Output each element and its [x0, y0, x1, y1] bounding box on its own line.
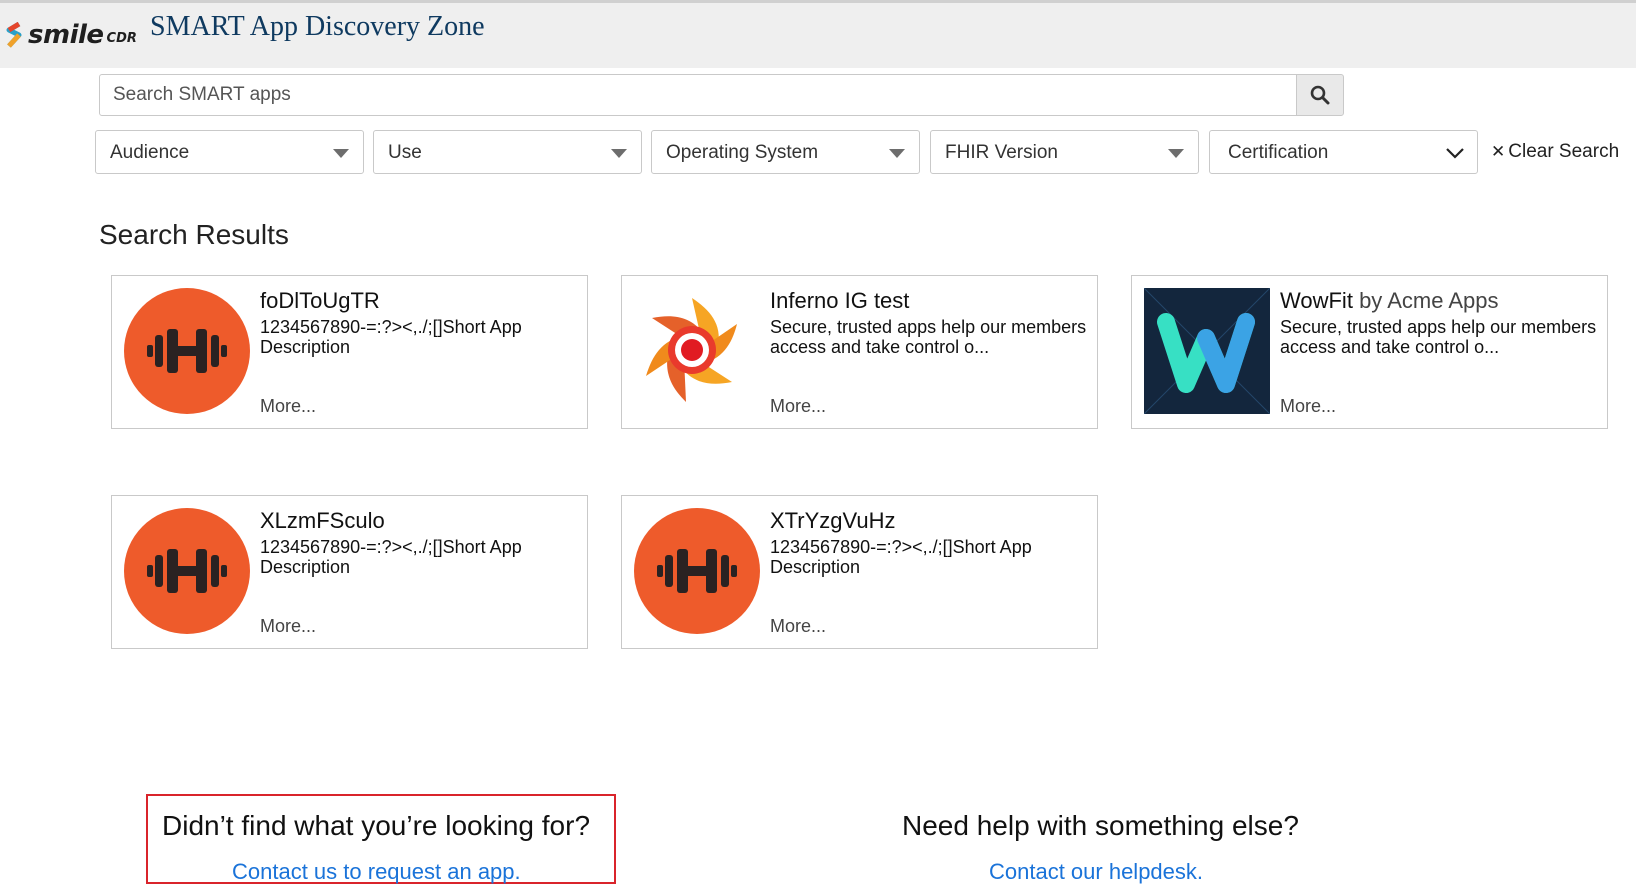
caret-down-icon — [889, 149, 905, 158]
filter-fhir-version[interactable]: FHIR Version — [930, 130, 1199, 174]
search-button[interactable] — [1296, 74, 1344, 116]
dumbbell-icon — [124, 288, 250, 414]
filter-label: Audience — [110, 142, 190, 163]
more-link[interactable]: More... — [260, 396, 316, 417]
request-app-link[interactable]: Contact us to request an app. — [232, 859, 521, 885]
chevron-down-icon — [1446, 148, 1464, 159]
filter-label: FHIR Version — [945, 142, 1058, 163]
app-name: Inferno IG test — [770, 288, 910, 313]
filter-label: Operating System — [666, 142, 819, 163]
app-publisher: by Acme Apps — [1359, 288, 1499, 313]
results-heading: Search Results — [99, 219, 289, 250]
app-description: Secure, trusted apps help our members ac… — [770, 317, 1087, 357]
wowfit-logo-icon — [1143, 287, 1271, 415]
app-card[interactable]: XTrYzgVuHz 1234567890-=:?><,./;[]Short A… — [621, 495, 1098, 649]
app-name: WowFit — [1280, 288, 1353, 313]
request-app-question: Didn’t find what you’re looking for? — [162, 810, 591, 841]
app-description: 1234567890-=:?><,./;[]Short App Descript… — [260, 317, 522, 357]
more-link[interactable]: More... — [770, 396, 826, 417]
page-title: SMART App Discovery Zone — [150, 11, 485, 42]
smilecdr-logo[interactable]: smile CDR — [4, 15, 137, 55]
app-header: smile CDR SMART App Discovery Zone — [0, 0, 1636, 68]
close-icon: ✕ — [1491, 142, 1506, 161]
app-name: foDlToUgTR — [260, 288, 380, 313]
smile-logo-icon — [6, 22, 22, 48]
app-card[interactable]: XLzmFSculo 1234567890-=:?><,./;[]Short A… — [111, 495, 588, 649]
filter-label: Certification — [1228, 142, 1329, 163]
filter-use[interactable]: Use — [373, 130, 642, 174]
app-description: Secure, trusted apps help our members ac… — [1280, 317, 1597, 357]
app-name: XLzmFSculo — [260, 508, 385, 533]
app-card[interactable]: WowFit by Acme Apps Secure, trusted apps… — [1131, 275, 1608, 429]
app-card[interactable]: Inferno IG test Secure, trusted apps hel… — [621, 275, 1098, 429]
dumbbell-icon — [634, 508, 760, 634]
dumbbell-icon — [124, 508, 250, 634]
search-input[interactable] — [100, 75, 1296, 115]
app-description: 1234567890-=:?><,./;[]Short App Descript… — [260, 537, 522, 577]
more-link[interactable]: More... — [770, 616, 826, 637]
brand-suffix: CDR — [106, 30, 137, 46]
search-box — [99, 74, 1297, 116]
filter-audience[interactable]: Audience — [95, 130, 364, 174]
filter-label: Use — [388, 142, 422, 163]
brand-word: smile — [28, 20, 104, 50]
app-card[interactable]: foDlToUgTR 1234567890-=:?><,./;[]Short A… — [111, 275, 588, 429]
caret-down-icon — [611, 149, 627, 158]
clear-search-button[interactable]: ✕ Clear Search — [1491, 141, 1619, 163]
help-question: Need help with something else? — [902, 810, 1299, 841]
filter-operating-system[interactable]: Operating System — [651, 130, 920, 174]
more-link[interactable]: More... — [1280, 396, 1336, 417]
search-icon — [1310, 85, 1330, 105]
helpdesk-link[interactable]: Contact our helpdesk. — [989, 859, 1203, 885]
inferno-logo-icon — [634, 288, 760, 414]
app-name-line: WowFit by Acme Apps — [1280, 288, 1498, 314]
filter-certification[interactable]: Certification — [1209, 130, 1478, 174]
app-description: 1234567890-=:?><,./;[]Short App Descript… — [770, 537, 1032, 577]
clear-search-label: Clear Search — [1508, 141, 1620, 162]
caret-down-icon — [333, 149, 349, 158]
caret-down-icon — [1168, 149, 1184, 158]
app-name: XTrYzgVuHz — [770, 508, 896, 533]
more-link[interactable]: More... — [260, 616, 316, 637]
